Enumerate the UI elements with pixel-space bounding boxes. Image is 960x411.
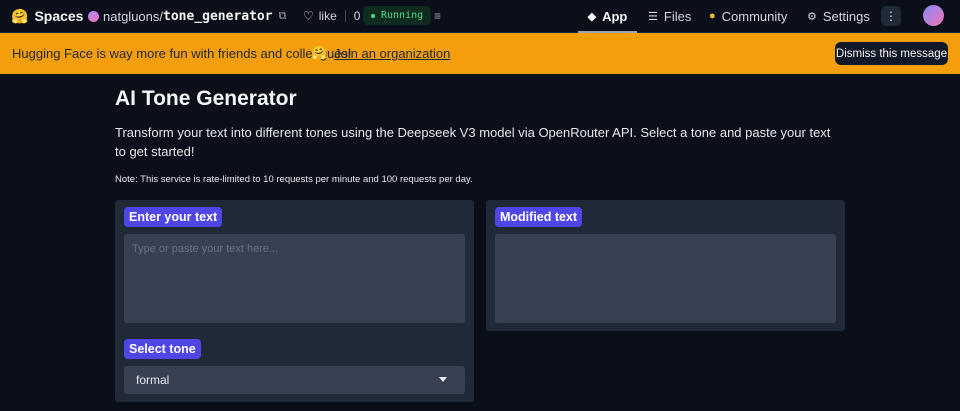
hugging-face-emoji-icon: 🤗 — [311, 45, 328, 60]
status-badge[interactable]: Running — [363, 6, 432, 25]
hugging-face-logo-icon: 🤗 — [11, 7, 29, 24]
owner-link[interactable]: natgluons — [103, 9, 159, 24]
community-icon: ● — [709, 10, 716, 22]
user-avatar[interactable] — [923, 5, 944, 26]
tone-label: Select tone — [124, 339, 201, 359]
like-divider — [344, 10, 346, 22]
tab-app-label: App — [602, 8, 628, 24]
join-organization-link[interactable]: Join an organization — [334, 46, 450, 61]
input-placeholder: Type or paste your text here... — [132, 243, 279, 255]
tab-files-label: Files — [663, 8, 692, 24]
tab-settings[interactable]: ⚙ Settings — [807, 0, 870, 32]
heart-icon: ♡ — [303, 9, 314, 23]
dismiss-button[interactable]: Dismiss this message — [835, 42, 948, 65]
input-panel: Enter your text Type or paste your text … — [115, 200, 474, 402]
output-label: Modified text — [495, 207, 583, 227]
files-icon: ☰ — [648, 10, 658, 23]
rate-limit-note: Note: This service is rate-limited to 10… — [115, 174, 473, 185]
tab-community[interactable]: ● Community — [709, 0, 787, 32]
repo-link[interactable]: tone_generator — [163, 9, 273, 24]
spaces-brand-link[interactable]: 🤗 Spaces — [11, 0, 83, 32]
cube-icon: ◆ — [587, 10, 597, 23]
output-textbox[interactable] — [495, 234, 836, 323]
tone-select[interactable]: formal — [124, 366, 465, 394]
like-label: like — [318, 9, 337, 23]
output-panel: Modified text — [486, 200, 845, 331]
org-banner: Hugging Face is way more fun with friend… — [0, 33, 960, 74]
page-title: AI Tone Generator — [115, 87, 297, 110]
like-button[interactable]: ♡ like 0 — [303, 0, 360, 32]
like-count: 0 — [353, 9, 361, 23]
tab-settings-label: Settings — [822, 8, 870, 24]
status-label: Running — [381, 10, 424, 21]
logs-icon[interactable]: ≡ — [434, 0, 441, 32]
page-description: Transform your text into different tones… — [115, 125, 831, 159]
top-nav: 🤗 Spaces natgluons / tone_generator ⧉ ♡ … — [0, 0, 960, 33]
tab-files[interactable]: ☰ Files — [648, 0, 691, 32]
tone-selected-value: formal — [136, 373, 170, 387]
copy-icon[interactable]: ⧉ — [279, 10, 287, 23]
gear-icon: ⚙ — [807, 10, 817, 23]
tab-community-label: Community — [721, 8, 788, 24]
text-input[interactable]: Type or paste your text here... — [124, 234, 465, 323]
owner-avatar — [88, 10, 99, 22]
more-options-icon[interactable]: ⋮ — [881, 6, 901, 26]
chevron-down-icon — [439, 377, 447, 382]
input-label: Enter your text — [124, 207, 223, 227]
space-path: natgluons / tone_generator ⧉ — [88, 0, 286, 32]
status-dot-icon — [371, 13, 375, 18]
tab-app[interactable]: ◆ App — [578, 0, 637, 32]
banner-message: Hugging Face is way more fun with friend… — [12, 46, 352, 61]
brand-label: Spaces — [34, 8, 84, 24]
